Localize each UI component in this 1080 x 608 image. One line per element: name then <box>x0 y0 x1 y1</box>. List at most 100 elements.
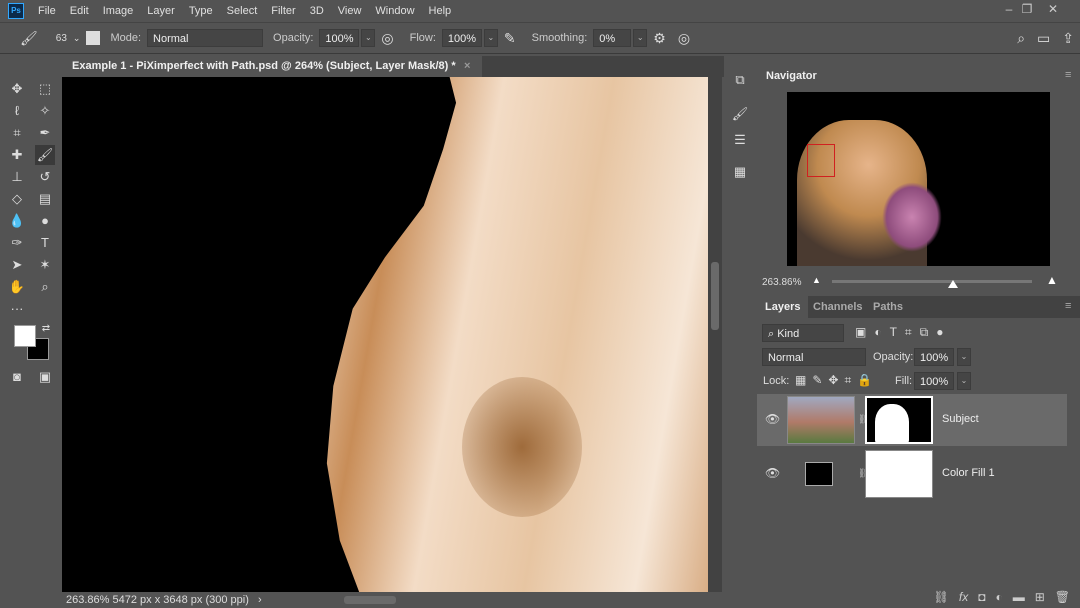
smoothing-dropdown[interactable]: ⌄ <box>633 29 648 47</box>
status-arrow-icon[interactable]: › <box>258 594 262 606</box>
eye-icon[interactable]: 👁 <box>765 412 780 426</box>
gradient-tool-icon[interactable]: ▤ <box>35 189 55 209</box>
zoom-in-icon[interactable]: ▲ <box>1046 273 1058 287</box>
foreground-color-swatch[interactable] <box>14 325 36 347</box>
quick-mask-icon[interactable]: ◙ <box>7 367 27 387</box>
share-icon[interactable]: ⇪ <box>1062 30 1074 47</box>
add-mask-icon[interactable]: ◘ <box>978 590 985 604</box>
brush-tool-icon[interactable]: 🖌 <box>35 145 55 165</box>
zoom-slider-thumb[interactable] <box>948 280 958 288</box>
crop-tool-icon[interactable]: ⌗ <box>7 123 27 143</box>
layer-opacity-dropdown[interactable]: ⌄ <box>957 348 971 366</box>
blend-mode-select[interactable]: Normal <box>762 348 866 366</box>
adjustments-panel-icon[interactable]: ☰ <box>730 132 750 152</box>
move-tool-icon[interactable]: ✥ <box>7 79 27 99</box>
view-box[interactable] <box>807 144 835 177</box>
layer-row-color-fill[interactable]: 👁 ⛓ Color Fill 1 <box>757 448 1067 500</box>
tab-layers[interactable]: Layers <box>757 296 809 318</box>
swap-colors-icon[interactable]: ⇄ <box>36 319 56 339</box>
layer-name[interactable]: Subject <box>942 413 979 425</box>
tab-channels[interactable]: Channels <box>805 296 871 318</box>
fx-icon[interactable]: fx <box>959 590 968 604</box>
healing-tool-icon[interactable]: ✚ <box>7 145 27 165</box>
pressure-opacity-icon[interactable]: ◎ <box>381 30 393 47</box>
gear-icon[interactable]: ⚙ <box>653 30 666 47</box>
history-brush-icon[interactable]: ↺ <box>35 167 55 187</box>
eye-icon[interactable]: 👁 <box>765 466 780 480</box>
opacity-dropdown[interactable]: ⌄ <box>361 29 376 47</box>
smoothing-input[interactable]: 0% <box>593 29 632 47</box>
eyedropper-tool-icon[interactable]: ✒ <box>35 123 55 143</box>
workspace-icon[interactable]: ▭ <box>1037 30 1050 47</box>
blur-tool-icon[interactable]: 💧 <box>7 211 27 231</box>
search-icon[interactable]: ⌕ <box>1017 30 1025 47</box>
menu-image[interactable]: Image <box>103 5 134 17</box>
fill-dropdown[interactable]: ⌄ <box>957 372 971 390</box>
layer-mask-thumbnail[interactable] <box>865 450 933 498</box>
filter-kind-select[interactable]: ⌕ Kind <box>762 324 844 342</box>
type-tool-icon[interactable]: T <box>35 233 55 253</box>
marquee-tool-icon[interactable]: ⬚ <box>35 79 55 99</box>
zoom-tool-icon[interactable]: ⌕ <box>35 277 55 297</box>
link-layers-icon[interactable]: ⛓ <box>934 590 949 604</box>
vertical-scrollbar[interactable] <box>708 77 722 592</box>
filter-icons[interactable]: ▣◐T⌗⧉● <box>855 325 952 340</box>
restore-icon[interactable]: ❐ <box>1014 0 1040 18</box>
more-tools-icon[interactable]: ··· <box>7 299 27 319</box>
tab-paths[interactable]: Paths <box>865 296 911 318</box>
panel-menu-icon[interactable]: ≡ <box>1065 300 1071 312</box>
shape-tool-icon[interactable]: ✶ <box>35 255 55 275</box>
flow-dropdown[interactable]: ⌄ <box>483 29 498 47</box>
properties-panel-icon[interactable]: ▦ <box>730 164 750 184</box>
document-tab[interactable]: Example 1 - PiXimperfect with Path.psd @… <box>62 56 482 77</box>
menu-3d[interactable]: 3D <box>310 5 324 17</box>
history-panel-icon[interactable]: ⧉ <box>730 72 750 92</box>
dodge-tool-icon[interactable]: ● <box>35 211 55 231</box>
close-tab-icon[interactable]: × <box>464 56 470 77</box>
menu-type[interactable]: Type <box>189 5 213 17</box>
hand-tool-icon[interactable]: ✋ <box>7 277 27 297</box>
vertical-scroll-thumb[interactable] <box>711 262 719 330</box>
trash-icon[interactable]: 🗑 <box>1055 590 1070 604</box>
eraser-tool-icon[interactable]: ◇ <box>7 189 27 209</box>
path-select-icon[interactable]: ➤ <box>7 255 27 275</box>
navigator-title[interactable]: Navigator <box>766 70 817 82</box>
layer-mask-thumbnail[interactable] <box>865 396 933 444</box>
brush-settings-icon[interactable] <box>86 31 101 45</box>
layer-row-subject[interactable]: 👁 ⛓ Subject <box>757 394 1067 446</box>
menu-file[interactable]: File <box>38 5 56 17</box>
zoom-slider[interactable] <box>832 280 1032 283</box>
menu-filter[interactable]: Filter <box>271 5 295 17</box>
group-icon[interactable]: ▬ <box>1013 590 1025 604</box>
zoom-out-icon[interactable]: ▲ <box>812 275 821 285</box>
navigator-zoom[interactable]: 263.86% <box>762 277 801 288</box>
lasso-tool-icon[interactable]: ℓ <box>7 101 27 121</box>
menu-help[interactable]: Help <box>429 5 452 17</box>
menu-layer[interactable]: Layer <box>147 5 175 17</box>
menu-view[interactable]: View <box>338 5 362 17</box>
adjustment-layer-icon[interactable]: ◐ <box>995 590 1002 604</box>
lock-icons[interactable]: ▦✎✥⌗🔒 <box>795 373 878 388</box>
mode-select[interactable]: Normal <box>147 29 264 47</box>
quick-select-tool-icon[interactable]: ✧ <box>35 101 55 121</box>
menu-select[interactable]: Select <box>227 5 258 17</box>
menu-edit[interactable]: Edit <box>70 5 89 17</box>
stamp-tool-icon[interactable]: ⊥ <box>7 167 27 187</box>
new-layer-icon[interactable]: ⊞ <box>1035 590 1045 604</box>
screen-mode-icon[interactable]: ▣ <box>35 367 55 387</box>
flow-input[interactable]: 100% <box>441 29 482 47</box>
panel-menu-icon[interactable]: ≡ <box>1065 69 1071 81</box>
horizontal-scroll-thumb[interactable] <box>344 596 396 604</box>
fill-input[interactable]: 100% <box>914 372 954 390</box>
layer-name[interactable]: Color Fill 1 <box>942 467 995 479</box>
navigator-preview[interactable] <box>787 92 1050 266</box>
airbrush-icon[interactable]: ✎ <box>504 30 516 47</box>
document-canvas[interactable] <box>62 77 708 592</box>
pressure-size-icon[interactable]: ◎ <box>678 30 690 47</box>
brush-panel-icon[interactable]: 🖌 <box>730 106 750 126</box>
brush-tool-icon[interactable]: 🖌 <box>20 30 38 47</box>
opacity-input[interactable]: 100% <box>319 29 360 47</box>
brush-size[interactable]: 63 <box>56 33 67 44</box>
layer-opacity-input[interactable]: 100% <box>914 348 954 366</box>
close-window-icon[interactable]: ✕ <box>1040 0 1066 18</box>
